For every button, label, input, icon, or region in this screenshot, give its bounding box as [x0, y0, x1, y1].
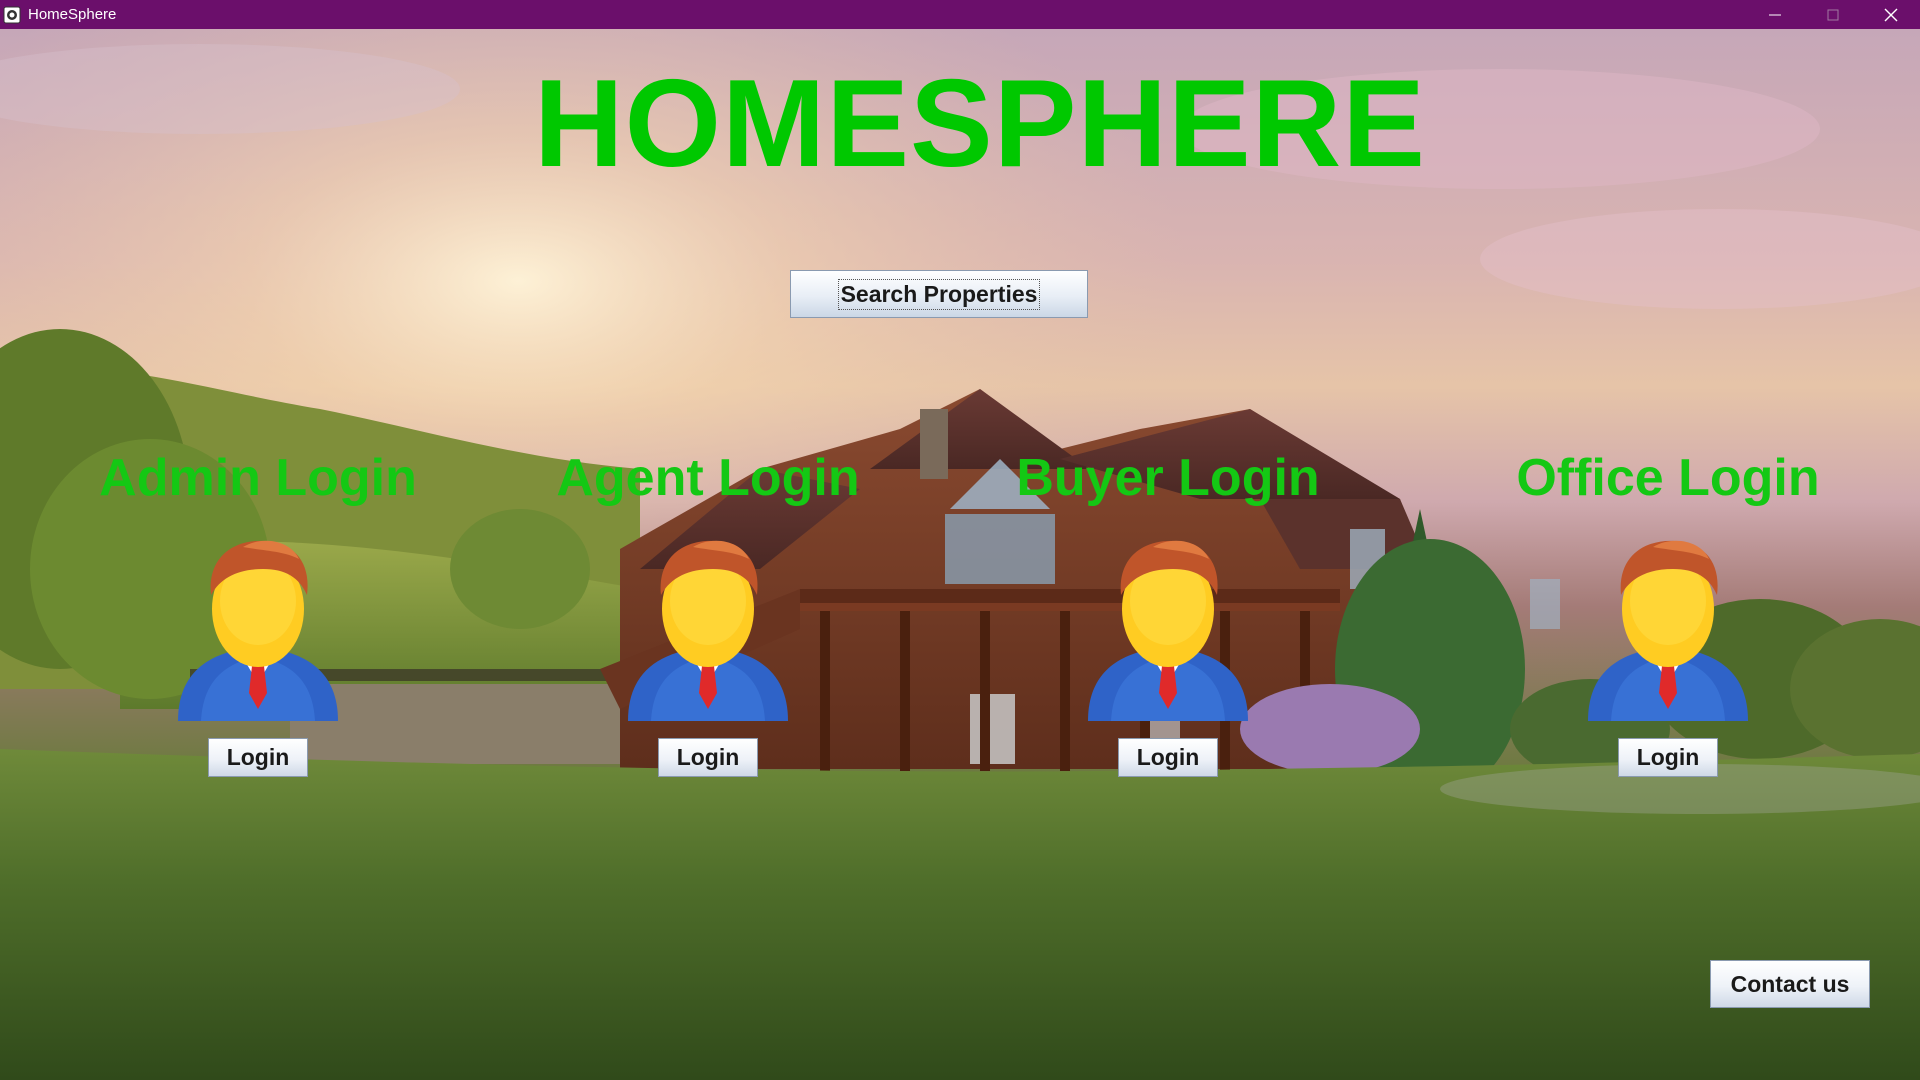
- admin-login-title: Admin Login: [99, 449, 417, 507]
- agent-login-title: Agent Login: [556, 449, 860, 507]
- contact-us-button[interactable]: Contact us: [1710, 960, 1870, 1008]
- window-controls: [1746, 0, 1920, 29]
- office-login-title: Office Login: [1516, 449, 1820, 507]
- app-icon: [2, 5, 22, 25]
- admin-login-button[interactable]: Login: [208, 738, 308, 777]
- title-bar[interactable]: HomeSphere: [0, 0, 1920, 29]
- window-title: HomeSphere: [28, 6, 117, 23]
- user-avatar-icon: [1588, 540, 1748, 721]
- office-login-button[interactable]: Login: [1618, 738, 1718, 777]
- app-heading: HOMESPHERE: [534, 55, 1426, 193]
- buyer-login-title: Buyer Login: [1016, 449, 1320, 507]
- user-avatar-icon: [1088, 540, 1248, 721]
- app-window: HomeSphere HOMESPHERE Search Properties …: [0, 0, 1920, 1080]
- agent-login-button[interactable]: Login: [658, 738, 758, 777]
- user-avatar-icon: [178, 540, 338, 721]
- user-avatar-icon: [628, 540, 788, 721]
- close-icon[interactable]: [1862, 0, 1920, 29]
- minimize-icon[interactable]: [1746, 0, 1804, 29]
- search-properties-button[interactable]: Search Properties: [790, 270, 1088, 318]
- maximize-icon[interactable]: [1804, 0, 1862, 29]
- buyer-login-button[interactable]: Login: [1118, 738, 1218, 777]
- search-properties-label: Search Properties: [837, 278, 1041, 310]
